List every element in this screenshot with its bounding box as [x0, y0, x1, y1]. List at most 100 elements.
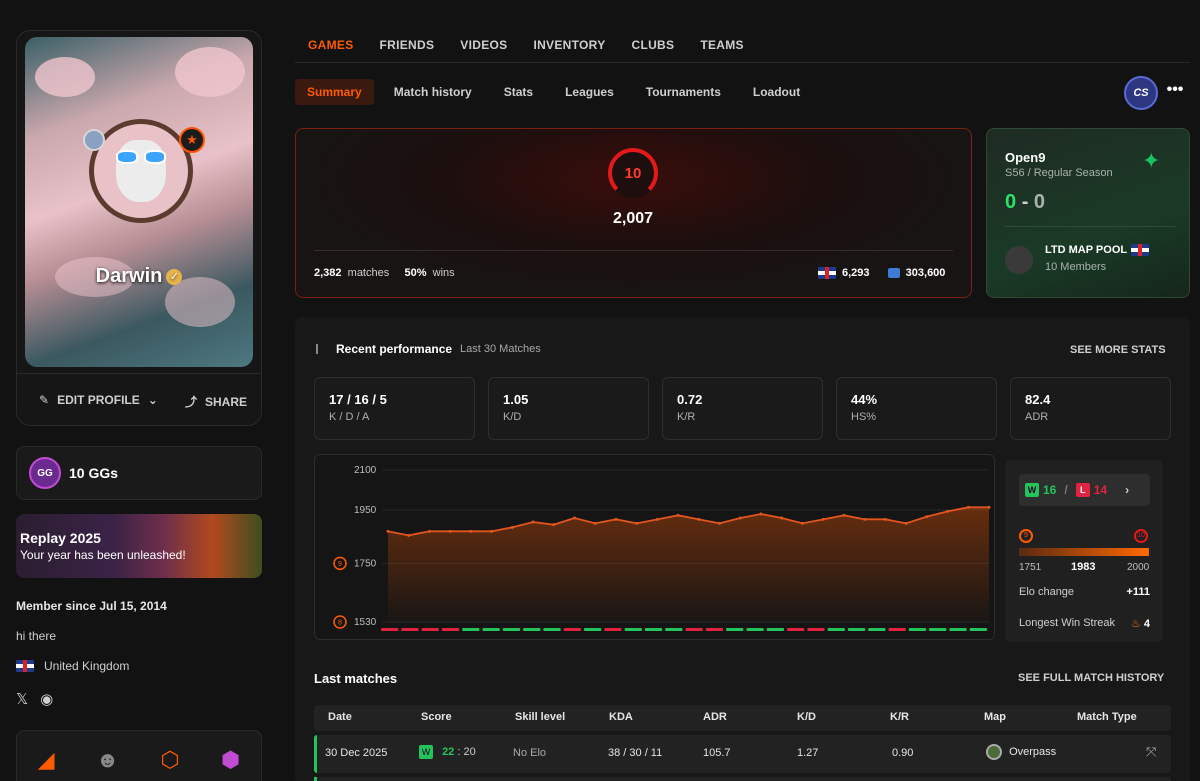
- result-win-bar[interactable]: [482, 628, 500, 631]
- overwatch-icon[interactable]: ⬡: [160, 747, 179, 773]
- tab-clubs[interactable]: CLUBS: [632, 38, 675, 52]
- result-win-bar[interactable]: [949, 628, 967, 631]
- more-options-button[interactable]: •••: [1160, 82, 1190, 102]
- elo-point[interactable]: [635, 521, 639, 525]
- tab-games[interactable]: GAMES: [308, 38, 354, 52]
- tab-teams[interactable]: TEAMS: [700, 38, 744, 52]
- result-win-bar[interactable]: [746, 628, 764, 631]
- elo-point[interactable]: [821, 517, 825, 521]
- result-win-bar[interactable]: [868, 628, 886, 631]
- result-loss-bar[interactable]: [705, 628, 724, 631]
- elo-point[interactable]: [780, 516, 784, 520]
- elo-point[interactable]: [904, 521, 908, 525]
- table-row[interactable]: [314, 777, 1171, 781]
- elo-point[interactable]: [655, 517, 659, 521]
- result-win-bar[interactable]: [766, 628, 784, 631]
- result-win-bar[interactable]: [543, 628, 561, 631]
- elo-point[interactable]: [718, 521, 722, 525]
- elo-point[interactable]: [614, 517, 618, 521]
- elo-point[interactable]: [510, 525, 514, 529]
- faceit-logo-icon[interactable]: ◢: [38, 747, 55, 773]
- result-win-bar[interactable]: [665, 628, 683, 631]
- elo-point[interactable]: [407, 533, 411, 537]
- edit-profile-button[interactable]: ✎ EDIT PROFILE ⌄: [39, 393, 158, 407]
- result-win-bar[interactable]: [502, 628, 521, 631]
- elo-point[interactable]: [800, 521, 804, 525]
- col-score[interactable]: Score: [421, 711, 452, 723]
- region-rank[interactable]: 303,600: [906, 267, 946, 279]
- elo-point[interactable]: [987, 505, 991, 509]
- elo-point[interactable]: [593, 521, 597, 525]
- col-match-type[interactable]: Match Type: [1077, 711, 1137, 723]
- subtab-summary[interactable]: Summary: [295, 79, 374, 105]
- result-win-bar[interactable]: [584, 628, 602, 631]
- result-win-bar[interactable]: [644, 628, 663, 631]
- result-win-bar[interactable]: [908, 628, 927, 631]
- club-name[interactable]: LTD MAP POOL: [1045, 244, 1150, 256]
- elo-point[interactable]: [448, 529, 452, 533]
- elo-point[interactable]: [531, 520, 535, 524]
- gasmask-icon[interactable]: ☻: [96, 747, 119, 773]
- elo-point[interactable]: [863, 517, 867, 521]
- result-loss-bar[interactable]: [563, 628, 581, 631]
- elo-point[interactable]: [552, 523, 556, 527]
- tab-videos[interactable]: VIDEOS: [460, 38, 507, 52]
- result-win-bar[interactable]: [624, 628, 642, 631]
- steam-icon[interactable]: ◉: [40, 690, 53, 708]
- replay-card[interactable]: [16, 514, 262, 578]
- tab-friends[interactable]: FRIENDS: [380, 38, 435, 52]
- country-rank[interactable]: 6,293: [842, 267, 870, 279]
- col-map[interactable]: Map: [984, 711, 1006, 723]
- result-loss-bar[interactable]: [441, 628, 460, 631]
- col-adr[interactable]: ADR: [703, 711, 727, 723]
- elo-point[interactable]: [697, 517, 701, 521]
- result-loss-bar[interactable]: [421, 628, 439, 631]
- subtab-match-history[interactable]: Match history: [382, 79, 484, 105]
- elo-point[interactable]: [573, 516, 577, 520]
- elo-point[interactable]: [738, 516, 742, 520]
- subtab-tournaments[interactable]: Tournaments: [634, 79, 733, 105]
- result-win-bar[interactable]: [827, 628, 845, 631]
- elo-point[interactable]: [966, 505, 970, 509]
- result-loss-bar[interactable]: [888, 628, 906, 631]
- result-loss-bar[interactable]: [685, 628, 703, 631]
- elo-point[interactable]: [469, 529, 473, 533]
- share-button[interactable]: ⤴ SHARE: [185, 393, 247, 410]
- result-loss-bar[interactable]: [604, 628, 622, 631]
- win-loss-summary[interactable]: W 16 / L 14 ›: [1019, 474, 1150, 506]
- subtab-stats[interactable]: Stats: [492, 79, 545, 105]
- result-loss-bar[interactable]: [381, 628, 399, 631]
- subtab-loadout[interactable]: Loadout: [741, 79, 812, 105]
- elo-point[interactable]: [386, 529, 390, 533]
- col-kda[interactable]: KDA: [609, 711, 633, 723]
- result-win-bar[interactable]: [523, 628, 541, 631]
- gg-badge-icon[interactable]: ⬢: [221, 747, 240, 773]
- result-win-bar[interactable]: [462, 628, 480, 631]
- result-loss-bar[interactable]: [787, 628, 805, 631]
- elo-point[interactable]: [925, 515, 929, 519]
- elo-point[interactable]: [883, 517, 887, 521]
- elo-point[interactable]: [946, 509, 950, 513]
- subtab-leagues[interactable]: Leagues: [553, 79, 626, 105]
- result-loss-bar[interactable]: [401, 628, 419, 631]
- ggs-card[interactable]: GG 10 GGs: [16, 446, 262, 500]
- result-win-bar[interactable]: [847, 628, 866, 631]
- cs2-game-icon[interactable]: CS: [1124, 76, 1158, 110]
- elo-point[interactable]: [427, 529, 431, 533]
- see-more-stats-link[interactable]: SEE MORE STATS: [1070, 344, 1166, 356]
- col-kd[interactable]: K/D: [797, 711, 816, 723]
- elo-point[interactable]: [490, 529, 494, 533]
- elo-point[interactable]: [842, 513, 846, 517]
- result-win-bar[interactable]: [929, 628, 947, 631]
- elo-point[interactable]: [759, 512, 763, 516]
- see-full-match-history-link[interactable]: SEE FULL MATCH HISTORY: [1018, 672, 1164, 684]
- col-kr[interactable]: K/R: [890, 711, 909, 723]
- col-skill-level[interactable]: Skill level: [515, 711, 565, 723]
- x-icon[interactable]: 𝕏: [16, 690, 28, 708]
- elo-point[interactable]: [676, 513, 680, 517]
- avatar[interactable]: [89, 119, 193, 223]
- result-win-bar[interactable]: [726, 628, 744, 631]
- col-date[interactable]: Date: [328, 711, 352, 723]
- result-win-bar[interactable]: [969, 628, 987, 631]
- result-loss-bar[interactable]: [807, 628, 825, 631]
